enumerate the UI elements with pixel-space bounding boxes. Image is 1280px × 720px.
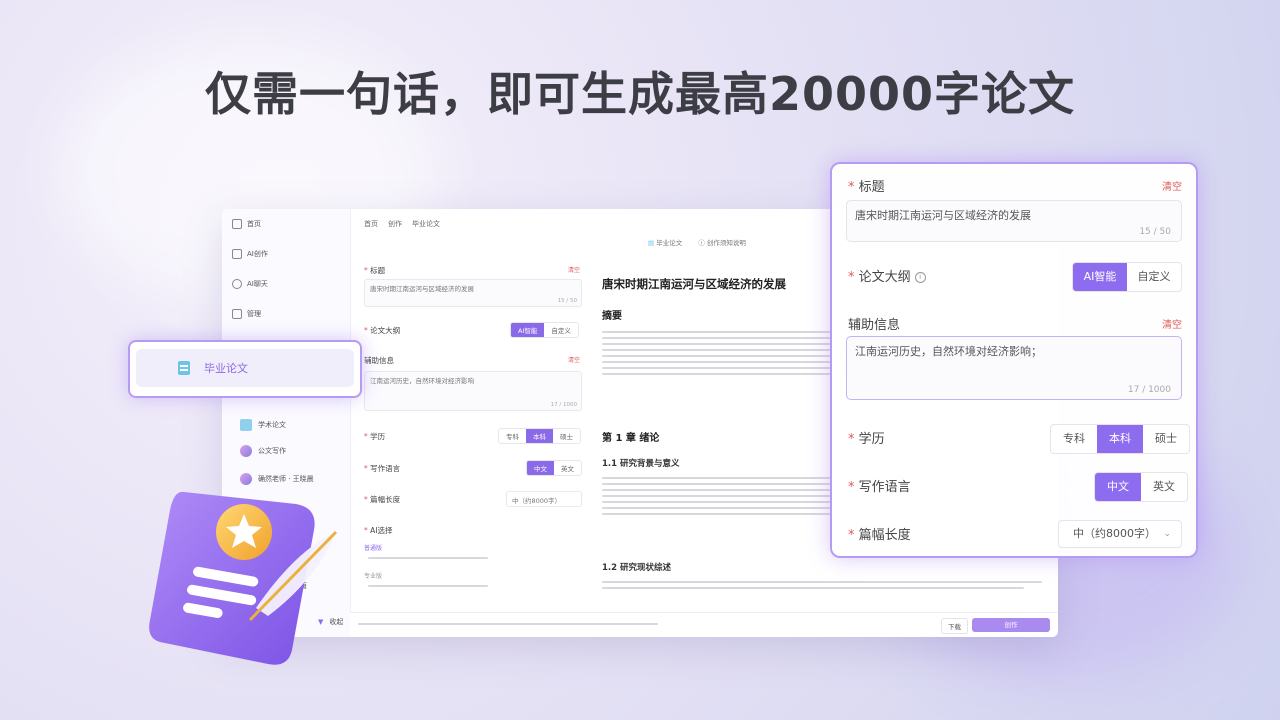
- degree-option[interactable]: 本科: [1097, 425, 1143, 453]
- breadcrumb-item[interactable]: 创作: [388, 220, 402, 228]
- document-icon: [178, 361, 190, 375]
- assist-label: 辅助信息: [848, 318, 901, 333]
- ai-option-description: [368, 553, 488, 559]
- char-count: 15 / 50: [1139, 227, 1171, 237]
- sidebar-item-label: AI创作: [247, 250, 268, 258]
- small-form: 首页 创作 毕业论文 * 标题 清空 唐宋时期江南运河与区域经济的发展 15 / 50…: [360, 209, 590, 637]
- section-heading: 1.2 研究现状综述: [602, 563, 672, 573]
- doc-tabs: ▤ 毕业论文 ⓘ 创作须知说明: [648, 237, 746, 247]
- chip-inner: 毕业论文: [136, 349, 354, 387]
- ai-option-description: [368, 581, 488, 587]
- char-count: 17 / 1000: [550, 402, 577, 408]
- sidebar-item-manage[interactable]: 管理: [232, 309, 261, 319]
- outline-toggle: AI智能 自定义: [510, 322, 579, 338]
- sidebar-item-academic[interactable]: 学术论文: [240, 419, 286, 431]
- outline-label: * 论文大纲 i: [848, 266, 926, 285]
- generate-button[interactable]: 创作: [972, 618, 1050, 632]
- assist-label: 辅助信息: [364, 356, 394, 365]
- title-label: * 标题: [364, 266, 386, 275]
- degree-toggle: 专科 本科 硕士: [498, 428, 581, 444]
- edit-icon: [232, 249, 242, 259]
- breadcrumb-item[interactable]: 首页: [364, 220, 378, 228]
- ai-label: * AI选择: [364, 526, 393, 535]
- assist-input[interactable]: 江南运河历史，自然环境对经济影响； 17 / 1000: [846, 336, 1182, 400]
- sidebar-item-ai-chat[interactable]: AI聊天: [232, 279, 268, 289]
- document-illustration: [149, 491, 338, 665]
- sidebar-item-official[interactable]: 公文写作: [240, 445, 286, 457]
- degree-toggle: 专科 本科 硕士: [1050, 424, 1190, 454]
- degree-option[interactable]: 专科: [1051, 425, 1097, 453]
- language-toggle: 中文 英文: [526, 460, 582, 476]
- char-count: 17 / 1000: [1127, 385, 1171, 395]
- manage-icon: [232, 309, 242, 319]
- sidebar-item-home[interactable]: 首页: [232, 219, 261, 229]
- char-count: 15 / 50: [557, 298, 577, 304]
- sidebar-item-label: AI聊天: [247, 280, 268, 288]
- clear-button[interactable]: 清空: [568, 265, 580, 274]
- degree-option[interactable]: 硕士: [553, 429, 580, 443]
- outline-ai-option[interactable]: AI智能: [511, 323, 545, 337]
- outline-toggle: AI智能 自定义: [1072, 262, 1182, 292]
- chip-label: 毕业论文: [204, 362, 248, 375]
- document-icon: [240, 419, 252, 431]
- doc-title: 唐宋时期江南运河与区域经济的发展: [602, 277, 786, 291]
- length-select[interactable]: 中（约8000字） ⌄: [1058, 520, 1182, 548]
- degree-option[interactable]: 硕士: [1143, 425, 1189, 453]
- degree-option[interactable]: 本科: [526, 429, 553, 443]
- sidebar-item-label: 管理: [247, 310, 261, 318]
- info-icon: i: [914, 272, 926, 283]
- outline-custom-option[interactable]: 自定义: [1127, 263, 1181, 291]
- clear-button[interactable]: 清空: [1162, 316, 1182, 331]
- language-option[interactable]: 英文: [554, 461, 581, 475]
- chat-icon: [232, 279, 242, 289]
- home-icon: [232, 219, 242, 229]
- outline-custom-option[interactable]: 自定义: [544, 323, 578, 337]
- chapter-heading: 第 1 章 绪论: [602, 433, 660, 444]
- degree-label: * 学历: [848, 432, 885, 447]
- sidebar-item-ai-create[interactable]: AI创作: [232, 249, 268, 259]
- ai-option-pro[interactable]: 专业版: [364, 571, 382, 580]
- length-label: * 篇幅长度: [364, 495, 401, 504]
- title-label: * 标题: [848, 180, 885, 195]
- language-option[interactable]: 英文: [1141, 473, 1187, 501]
- outline-ai-option[interactable]: AI智能: [1073, 263, 1127, 291]
- language-label: * 写作语言: [364, 464, 401, 473]
- download-button[interactable]: 下载: [941, 618, 968, 634]
- chevron-down-icon: ⌄: [1163, 529, 1171, 539]
- clear-button[interactable]: 清空: [568, 355, 580, 364]
- length-select[interactable]: 中（约8000字）: [506, 491, 582, 507]
- section-text: [602, 577, 1042, 589]
- degree-option[interactable]: 专科: [499, 429, 526, 443]
- length-label: * 篇幅长度: [848, 528, 911, 543]
- title-input[interactable]: 唐宋时期江南运河与区域经济的发展 15 / 50: [846, 200, 1182, 242]
- sidebar-item-graduation-paper[interactable]: 毕业论文: [128, 340, 362, 398]
- outline-label: * 论文大纲: [364, 326, 401, 335]
- bottom-bar: 下载 创作: [350, 612, 1058, 637]
- tab-notes[interactable]: ⓘ 创作须知说明: [698, 237, 746, 247]
- info-icon: ⓘ: [698, 239, 705, 247]
- language-option[interactable]: 中文: [1095, 473, 1141, 501]
- degree-label: * 学历: [364, 432, 386, 441]
- title-input[interactable]: 唐宋时期江南运河与区域经济的发展 15 / 50: [364, 279, 582, 307]
- document-icon: ▤: [648, 239, 655, 247]
- sidebar-item-label: 首页: [247, 220, 261, 228]
- clear-button[interactable]: 清空: [1162, 178, 1182, 193]
- zoomed-form-panel: * 标题 清空 唐宋时期江南运河与区域经济的发展 15 / 50 * 论文大纲 i…: [830, 162, 1198, 558]
- assist-input[interactable]: 江南运河历史，自然环境对经济影响 17 / 1000: [364, 371, 582, 411]
- section-heading: 1.1 研究背景与意义: [602, 459, 680, 469]
- abstract-heading: 摘要: [602, 311, 622, 322]
- breadcrumb: 首页 创作 毕业论文: [364, 219, 450, 229]
- language-option[interactable]: 中文: [527, 461, 554, 475]
- language-label: * 写作语言: [848, 480, 911, 495]
- ai-option-standard[interactable]: 普通版: [364, 543, 382, 552]
- breadcrumb-item: 毕业论文: [412, 220, 440, 228]
- sidebar-item-label: 学术论文: [258, 421, 286, 429]
- language-toggle: 中文 英文: [1094, 472, 1188, 502]
- page-headline: 仅需一句话，即可生成最高20000字论文: [204, 67, 1076, 121]
- sidebar-item-label: 公文写作: [258, 447, 286, 455]
- avatar: [240, 445, 252, 457]
- tab-paper[interactable]: ▤ 毕业论文: [648, 237, 682, 247]
- footer-hint: [358, 619, 658, 625]
